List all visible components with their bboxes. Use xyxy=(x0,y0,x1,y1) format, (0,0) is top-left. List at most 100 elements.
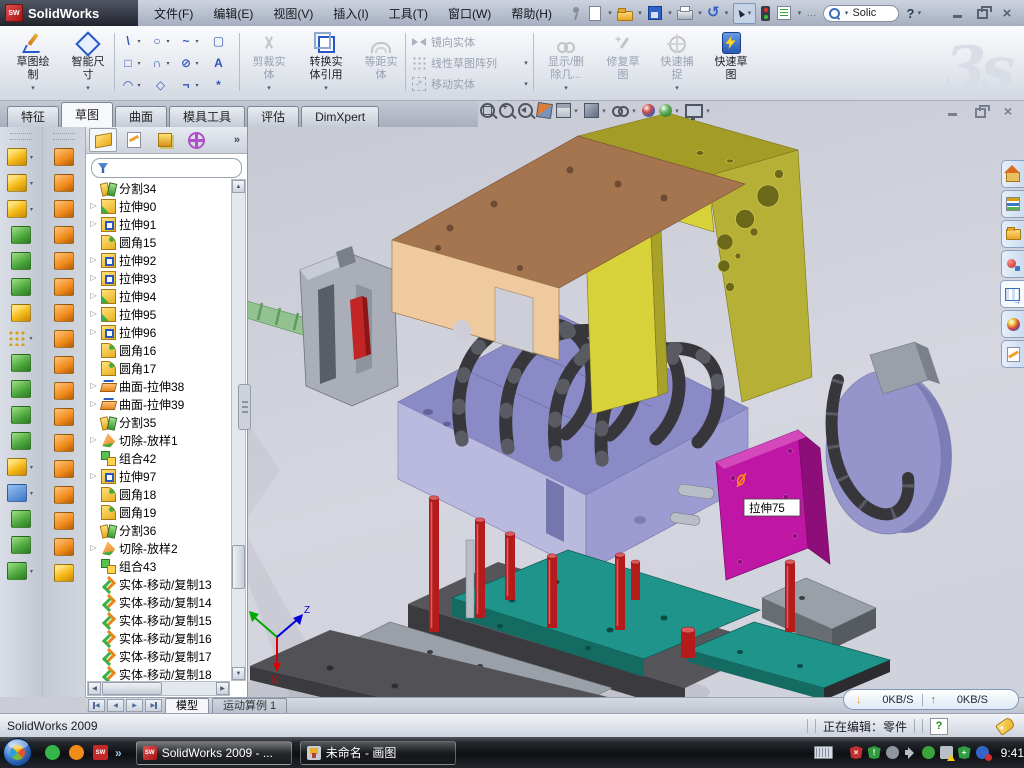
tree-item-16[interactable]: 拉伸97 xyxy=(89,467,230,485)
draft-button[interactable] xyxy=(11,380,31,398)
deform-button[interactable] xyxy=(54,330,74,348)
toolbar-overflow[interactable]: … xyxy=(805,3,818,23)
edit-appearance-button[interactable] xyxy=(642,104,655,117)
scroll-thumb-h[interactable] xyxy=(102,682,162,695)
tree-item-6[interactable]: 拉伸94 xyxy=(89,287,230,305)
swept-surface-button[interactable] xyxy=(54,148,74,166)
zoom-to-fit-button[interactable] xyxy=(480,103,495,118)
taskbar-button-paint[interactable]: 未命名 - 画图 xyxy=(300,741,456,765)
instant3d-button[interactable] xyxy=(11,304,31,322)
button-dropdown[interactable]: ▾ xyxy=(322,82,330,95)
tab-overflow-chevron[interactable]: » xyxy=(234,134,244,146)
tree-item-24[interactable]: 实体-移动/复制15 xyxy=(89,611,230,629)
menubar-item-1[interactable]: 编辑(E) xyxy=(203,1,263,26)
stack-dropdown[interactable]: ▾ xyxy=(522,59,530,67)
keyboard-layout-icon[interactable] xyxy=(814,746,833,759)
delete-body-button[interactable] xyxy=(54,434,74,452)
entity-dropdown[interactable]: ▾ xyxy=(194,82,200,89)
taskbar-clock[interactable]: 9:41 xyxy=(1001,746,1024,760)
tree-item-26[interactable]: 实体-移动/复制17 xyxy=(89,647,230,665)
save-button[interactable] xyxy=(646,3,664,23)
indent-button[interactable] xyxy=(54,356,74,374)
display-style-button[interactable]: ▾ xyxy=(584,103,608,118)
tray-antivirus-icon[interactable]: ! xyxy=(868,746,881,759)
stack-dropdown[interactable]: ▾ xyxy=(522,80,530,88)
new-document-button[interactable] xyxy=(586,3,604,23)
menubar-item-0[interactable]: 文件(F) xyxy=(144,1,203,26)
tree-item-4[interactable]: 拉伸92 xyxy=(89,251,230,269)
command-tab-0[interactable]: 特征 xyxy=(7,106,59,127)
close-button[interactable]: × xyxy=(998,5,1016,21)
hide-show-items-button[interactable]: ▾ xyxy=(612,106,638,115)
minimize-button[interactable] xyxy=(948,5,966,21)
select-tool-button[interactable]: ▲▾ xyxy=(733,3,757,24)
scroll-left-button[interactable]: ◀ xyxy=(88,682,101,695)
view-palette-tab[interactable] xyxy=(1000,280,1024,308)
move-copy-body-button[interactable] xyxy=(54,512,74,530)
tree-filter-input[interactable] xyxy=(91,158,242,178)
tag-icon[interactable] xyxy=(995,716,1016,736)
sketch-entity-button-0-3[interactable]: ▢ xyxy=(204,30,233,52)
save-dropdown[interactable]: ▾ xyxy=(666,9,674,17)
menubar-item-2[interactable]: 视图(V) xyxy=(263,1,323,26)
sketch-entity-button-2-2[interactable]: ¬▾ xyxy=(175,74,204,96)
pin-icon[interactable] xyxy=(566,3,584,23)
revolved-boss-button[interactable]: ▾ xyxy=(7,174,35,192)
sketch-entity-button-0-2[interactable]: ~▾ xyxy=(175,30,204,52)
open-button[interactable] xyxy=(616,3,634,23)
sketch-button[interactable]: 草图绘制▾ xyxy=(6,28,60,97)
task-list-dropdown[interactable]: ▾ xyxy=(795,9,803,17)
entity-dropdown[interactable]: ▾ xyxy=(136,38,142,45)
tree-item-15[interactable]: 组合42 xyxy=(89,449,230,467)
tree-item-0[interactable]: 分割34 xyxy=(89,179,230,197)
tree-item-10[interactable]: 圆角17 xyxy=(89,359,230,377)
graphics-viewport[interactable]: X Y Z 拉伸75 ▾▾▾▾▾ × xyxy=(248,100,1024,697)
command-tab-3[interactable]: 模具工具 xyxy=(169,106,245,127)
entity-dropdown[interactable]: ▾ xyxy=(165,38,171,45)
tray-device-icon[interactable] xyxy=(922,746,935,759)
tree-item-20[interactable]: 切除-放样2 xyxy=(89,539,230,557)
smart-dimension-button[interactable]: 智能尺寸▾ xyxy=(62,28,114,97)
ql-messenger[interactable] xyxy=(45,745,60,760)
doc-close-button[interactable]: × xyxy=(1000,104,1016,118)
command-tab-1[interactable]: 草图 xyxy=(61,102,113,127)
tree-item-12[interactable]: 曲面-拉伸39 xyxy=(89,395,230,413)
panel-splitter-handle[interactable] xyxy=(238,384,251,430)
boundary-boss-button[interactable] xyxy=(11,278,31,296)
tree-item-23[interactable]: 实体-移动/复制14 xyxy=(89,593,230,611)
wrap-feature-button[interactable] xyxy=(11,510,31,528)
prev-tab-button[interactable]: ◀ xyxy=(107,699,124,712)
featuremanager-tab[interactable] xyxy=(89,128,117,152)
sketch-entity-button-1-3[interactable]: A xyxy=(204,52,233,74)
hud-dropdown[interactable]: ▾ xyxy=(630,107,638,115)
flyout-arrow[interactable]: ▾ xyxy=(28,464,35,471)
tree-item-2[interactable]: 拉伸91 xyxy=(89,215,230,233)
rib-button[interactable] xyxy=(11,354,31,372)
tree-item-3[interactable]: 圆角15 xyxy=(89,233,230,251)
intersect-button[interactable] xyxy=(11,536,31,554)
last-tab-button[interactable]: ▶ xyxy=(145,699,162,712)
tree-item-25[interactable]: 实体-移动/复制16 xyxy=(89,629,230,647)
linear-sketch-pattern-button[interactable]: 线性草图阵列▾ xyxy=(409,52,533,73)
tree-item-7[interactable]: 拉伸95 xyxy=(89,305,230,323)
task-list-button[interactable] xyxy=(775,3,793,23)
mirror-entities-button[interactable]: 镜向实体 xyxy=(409,31,533,52)
new-dropdown[interactable]: ▾ xyxy=(606,9,614,17)
solidworks-search-tab[interactable] xyxy=(1001,250,1024,278)
sketch-entity-button-0-1[interactable]: ○▾ xyxy=(146,30,175,52)
tray-update-icon[interactable] xyxy=(886,746,899,759)
convert-entities-button[interactable]: 转换实体引用▾ xyxy=(297,28,355,97)
tree-horizontal-scrollbar[interactable]: ◀ ▶ xyxy=(87,681,230,696)
freeform-button[interactable] xyxy=(54,304,74,322)
tree-item-14[interactable]: 切除-放样1 xyxy=(89,431,230,449)
tree-vertical-scrollbar[interactable]: ▲ ▼ xyxy=(231,179,246,681)
extruded-boss-button[interactable]: ▾ xyxy=(7,148,35,166)
hud-dropdown[interactable]: ▾ xyxy=(572,107,580,115)
expand-arrow[interactable] xyxy=(89,215,98,233)
start-button[interactable] xyxy=(3,738,32,767)
flyout-arrow[interactable]: ▾ xyxy=(28,335,35,342)
print-button[interactable] xyxy=(676,3,694,23)
sketch-entity-button-2-1[interactable]: ◇ xyxy=(146,74,175,96)
scroll-right-button[interactable]: ▶ xyxy=(216,682,229,695)
expand-arrow[interactable] xyxy=(89,395,98,413)
